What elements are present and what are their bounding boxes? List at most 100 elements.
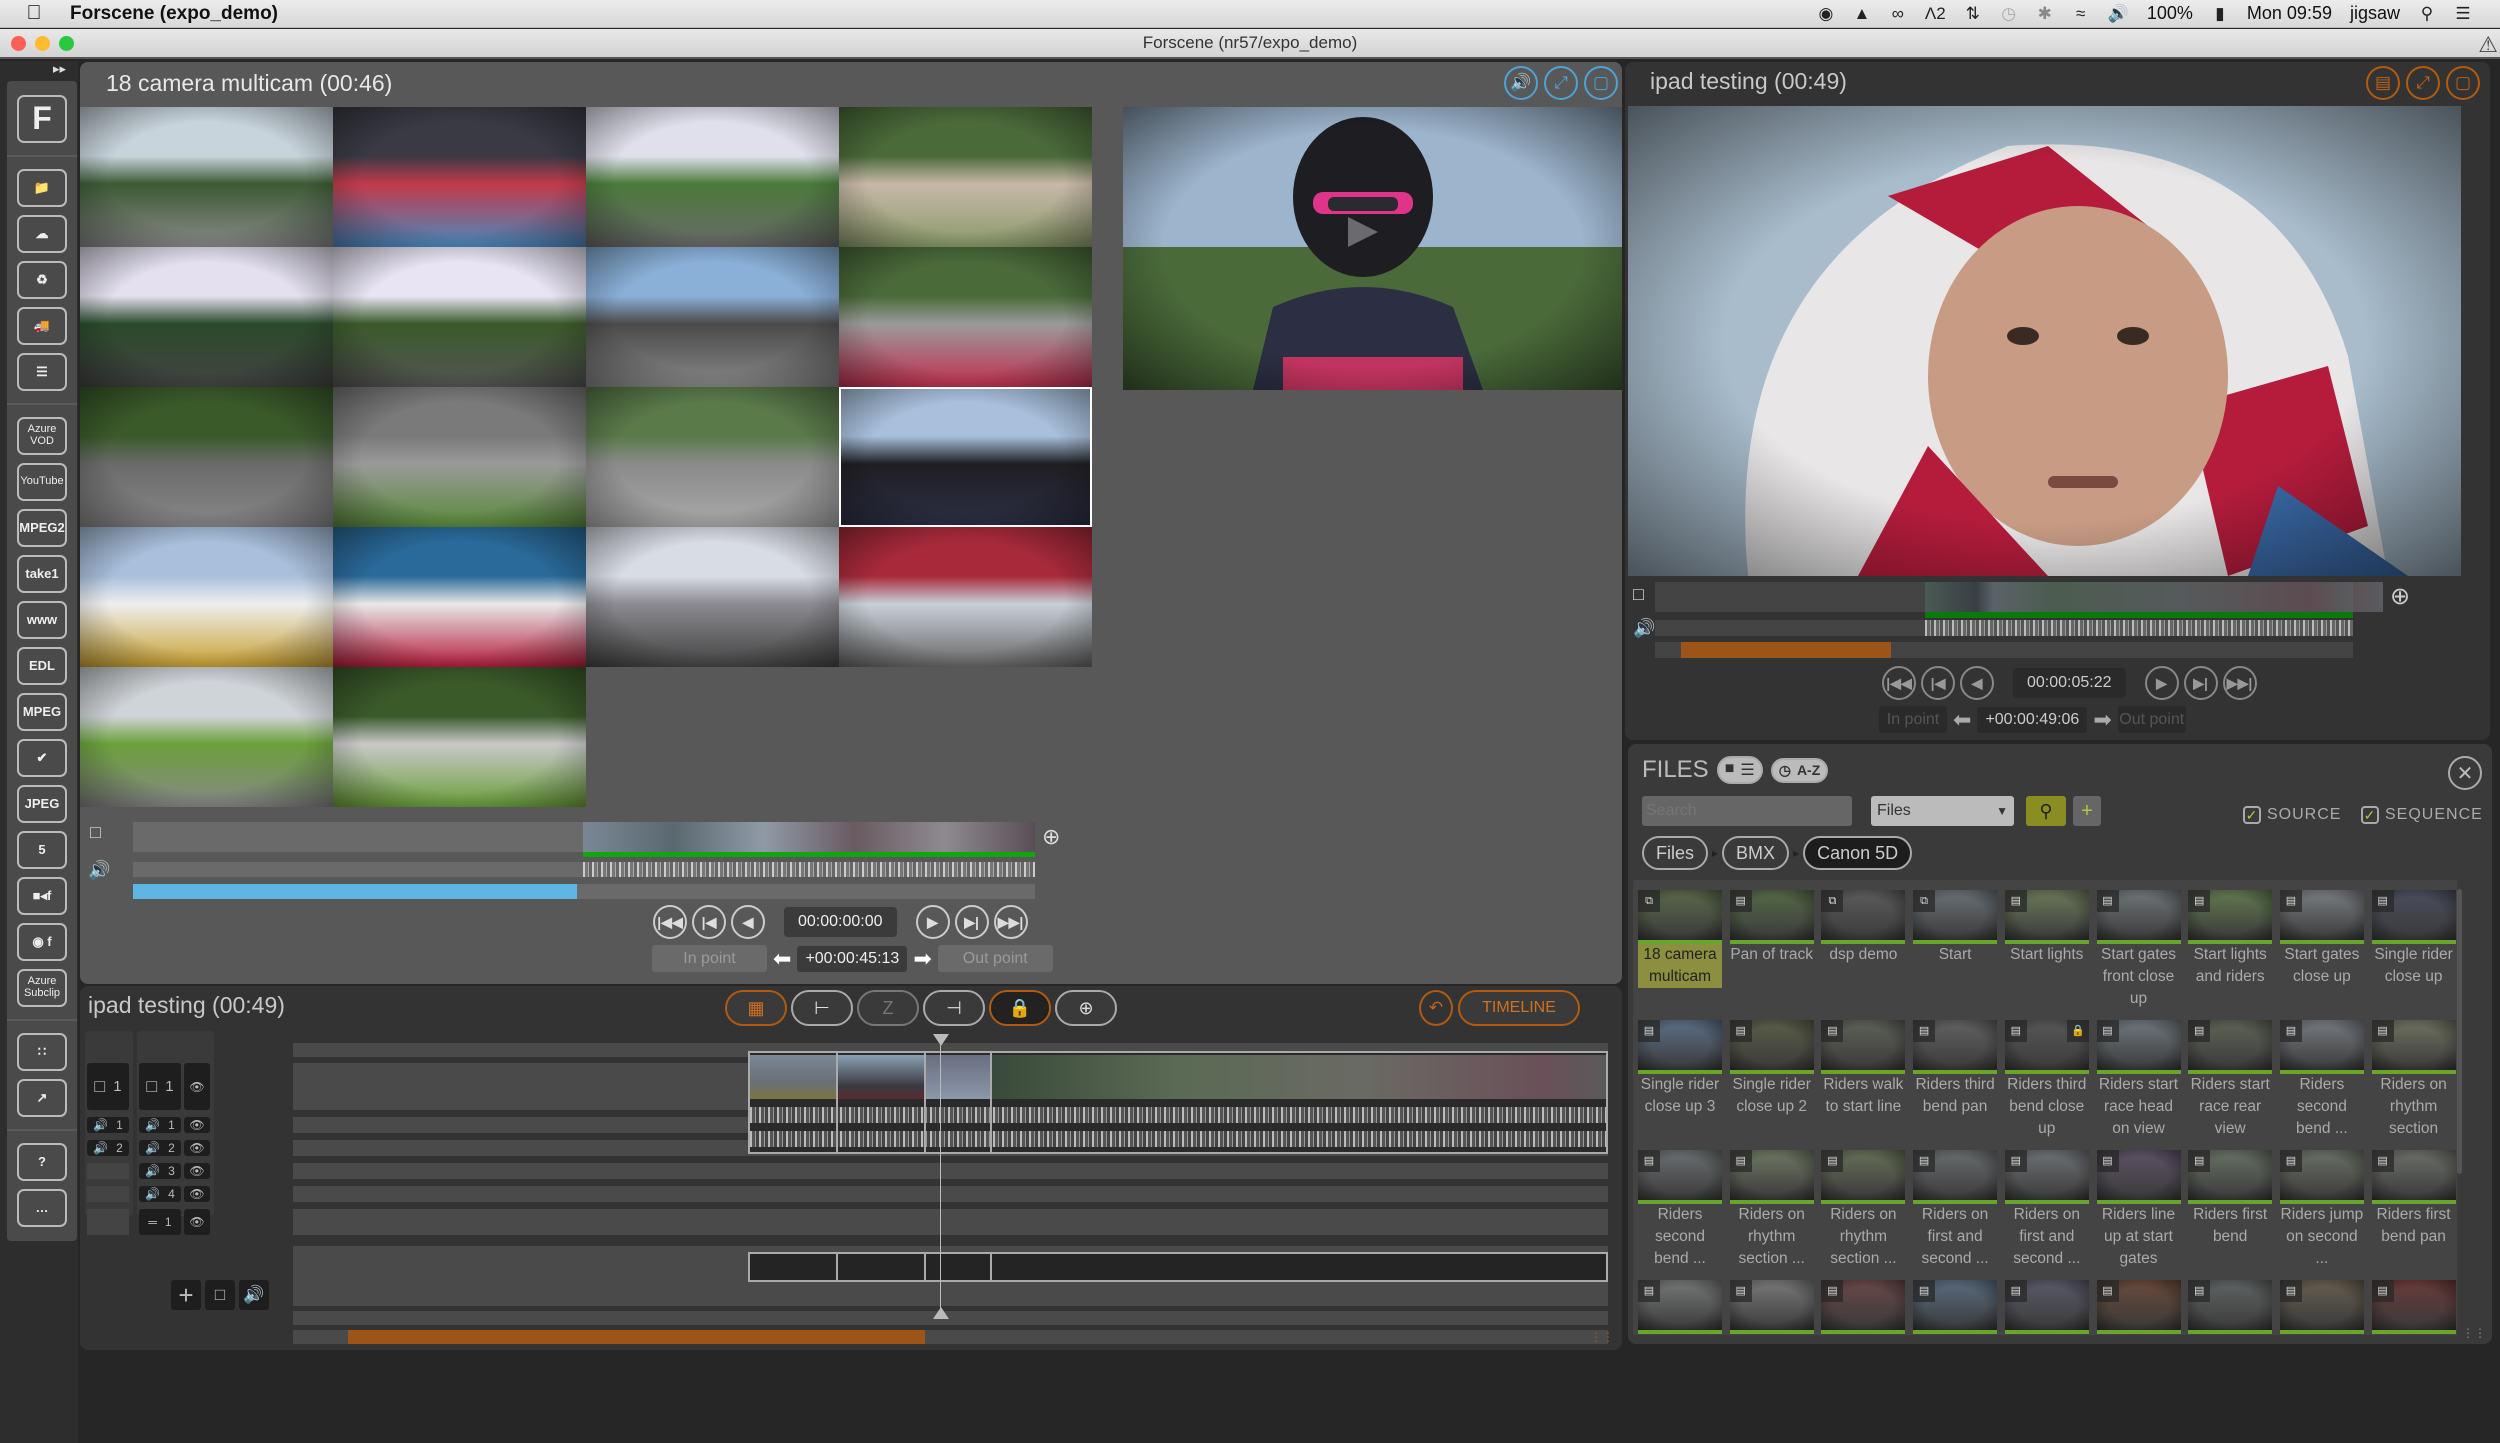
file-item[interactable]: ▤ Riders first bend pan [2371, 1150, 2456, 1248]
sidebar-html5-button[interactable]: 5 [17, 831, 67, 869]
add-audio-track-icon[interactable]: 🔊 [239, 1280, 269, 1310]
timeline-mode-button[interactable]: TIMELINE [1458, 990, 1580, 1026]
breadcrumb-item[interactable]: Files [1642, 836, 1709, 870]
multicam-audio-track[interactable] [133, 862, 1035, 877]
add-track-button[interactable]: + [171, 1280, 201, 1310]
step-back-button[interactable]: ◀ [1960, 666, 1994, 700]
sidebar-www-button[interactable]: www [17, 601, 67, 639]
source-track-audio-2[interactable]: 🔊 2 [87, 1140, 129, 1156]
timeline-scroll-bar[interactable] [293, 1330, 1608, 1344]
zoom-timeline-icon[interactable]: ⊕ [2390, 582, 2410, 611]
file-item[interactable]: ▤ Start gates front close up [2096, 890, 2181, 1010]
multicam-angle-10[interactable] [333, 387, 586, 527]
playhead-line[interactable] [940, 1037, 941, 1319]
multicam-angle-16[interactable] [839, 527, 1092, 667]
file-item[interactable]: ⧉ 18 camera multicam [1638, 890, 1722, 988]
file-item[interactable]: ▤ Single rider close up 2 [1729, 1020, 1814, 1118]
multicam-angle-5[interactable] [80, 247, 333, 387]
file-item[interactable]: ▤ Start lights and riders [2188, 890, 2273, 988]
breadcrumb-item[interactable]: BMX [1722, 836, 1790, 870]
step-forward-button[interactable]: ▶ [915, 905, 950, 939]
source-scrub-bar[interactable] [1655, 642, 2353, 658]
sidebar-analytics-button[interactable]: ↗ [17, 1079, 67, 1117]
filter-select[interactable]: Files ▼ [1871, 796, 2014, 826]
sidebar-checklist-button[interactable]: ☰ [17, 353, 67, 391]
undo-button[interactable]: ↶ [1419, 990, 1453, 1026]
timeline-lower-ruler[interactable] [293, 1311, 1608, 1325]
multicam-timecode[interactable]: 00:00:00:00 [784, 907, 897, 937]
file-item[interactable]: ▤ Riders [1729, 1280, 1814, 1335]
file-item[interactable]: ▤ Rider [2096, 1280, 2181, 1335]
multicam-angle-2[interactable] [333, 107, 586, 247]
close-files-panel-button[interactable]: ✕ [2448, 756, 2482, 790]
sidebar-tow-truck-button[interactable]: 🚚 [17, 307, 67, 345]
multicam-angle-8[interactable] [839, 247, 1092, 387]
notification-center-icon[interactable]: ☰ [2454, 4, 2472, 24]
sidebar-azure-subclip-button[interactable]: Azure Subclip [17, 969, 67, 1007]
multicam-angle-14[interactable] [333, 527, 586, 667]
creative-cloud-icon[interactable]: ∞ [1889, 4, 1907, 24]
multicam-scrub-bar[interactable] [133, 884, 1035, 899]
multicam-angle-12[interactable] [839, 387, 1092, 527]
file-item[interactable]: ▤ Riders line up at start gates [2096, 1150, 2181, 1270]
sidebar-mpeg-button[interactable]: MPEG [17, 693, 67, 731]
resize-handle-icon[interactable]: ⋮⋮ [2462, 1326, 2486, 1340]
sidebar-edl-button[interactable]: EDL [17, 647, 67, 685]
playhead-bottom-handle[interactable] [933, 1307, 949, 1319]
splice-in-button[interactable]: ⊢ [791, 990, 853, 1026]
source-video-frame[interactable] [1628, 106, 2461, 576]
file-item[interactable]: ▤ Start gates close up [2279, 890, 2364, 988]
file-item[interactable]: ▤ Riders on first and second ... [2004, 1150, 2089, 1270]
battery-icon[interactable]: ▮ [2211, 4, 2229, 24]
add-button[interactable]: + [2073, 796, 2101, 826]
previous-edit-button[interactable]: |◀ [1921, 666, 1955, 700]
source-audio-track[interactable] [1655, 620, 2353, 636]
multicam-angle-13[interactable] [80, 527, 333, 667]
sidebar-help-button[interactable]: ? [17, 1143, 67, 1181]
file-item[interactable]: ▤ Rider fixes [2279, 1280, 2364, 1335]
in-point-button[interactable]: In point [652, 945, 767, 972]
timeline-visible-range[interactable] [348, 1330, 925, 1344]
file-item[interactable]: ▤ Riders at [2004, 1280, 2089, 1335]
file-item[interactable]: ▤ Riders on rhythm section ... [1729, 1150, 1814, 1270]
track-visibility-toggle[interactable]: 👁 [184, 1163, 210, 1179]
multicam-angle-17[interactable] [80, 667, 333, 807]
playhead-top-handle[interactable] [933, 1034, 949, 1046]
sidebar-chat-button[interactable]: … [17, 1189, 67, 1227]
source-timecode[interactable]: 00:00:05:22 [2013, 668, 2126, 698]
track-visibility-toggle[interactable]: 👁 [184, 1209, 210, 1235]
maximize-panel-button[interactable]: ▢ [1584, 66, 1618, 100]
warning-icon[interactable]: ⚠ [2478, 32, 2498, 58]
file-item[interactable]: ▤ Single rider close up [2371, 890, 2456, 988]
multicam-angle-11[interactable] [586, 387, 839, 527]
multicam-video-track[interactable] [133, 822, 1035, 852]
file-item[interactable]: ▤ Riders first bend [2188, 1150, 2273, 1248]
timeline-clip-group[interactable] [748, 1051, 1608, 1154]
sidebar-blocks-button[interactable]: ∷ [17, 1033, 67, 1071]
sidebar-folder-button[interactable]: 📁 [17, 169, 67, 207]
record-track-audio-2[interactable]: 🔊 2 [139, 1140, 181, 1156]
file-item[interactable]: ▤ Start lights [2004, 890, 2089, 966]
file-item[interactable]: ▤ Riders second bend ... [2279, 1020, 2364, 1140]
file-item[interactable]: ▤ Riders jump on second ... [2279, 1150, 2364, 1270]
search-input[interactable] [1642, 796, 1852, 826]
subtitle-lane-1[interactable] [293, 1209, 1608, 1235]
sidebar-take1-button[interactable]: take1 [17, 555, 67, 593]
go-to-start-button[interactable]: |◀◀ [653, 905, 687, 939]
wifi-icon[interactable]: ≈ [2072, 4, 2090, 24]
file-item[interactable]: ⧉ Start [1913, 890, 1998, 966]
multicam-program-view[interactable] [1123, 107, 1622, 390]
overwrite-button[interactable]: Z [857, 990, 919, 1026]
previous-edit-button[interactable]: |◀ [692, 905, 726, 939]
multicam-angle-9[interactable] [80, 387, 333, 527]
file-item[interactable]: ▤ Single rider close up 3 [1638, 1020, 1722, 1118]
fullscreen-button[interactable]: ⤢ [1544, 66, 1578, 100]
file-item[interactable]: ▤ Riders walk to start line [1821, 1020, 1906, 1118]
resize-handle-icon[interactable]: ⋮⋮ [1590, 1330, 1614, 1344]
out-point-button[interactable]: Out point [2117, 706, 2186, 733]
save-icon[interactable]: ▤ [2366, 66, 2400, 100]
multicam-angle-6[interactable] [333, 247, 586, 387]
sidebar-azure-vod-button[interactable]: Azure VOD [17, 417, 67, 455]
multicam-angle-3[interactable] [586, 107, 839, 247]
sequence-checkbox[interactable]: ✓ SEQUENCE [2361, 806, 2483, 824]
